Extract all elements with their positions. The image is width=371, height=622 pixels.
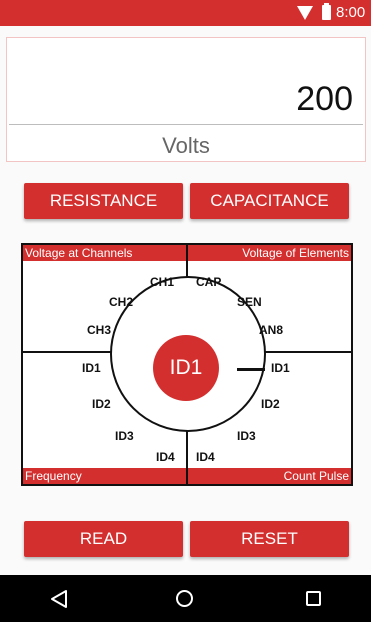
dial-option-an8[interactable]: AN8 — [259, 323, 283, 337]
dial-option-left-id4[interactable]: ID4 — [156, 450, 175, 464]
dial-option-right-id2[interactable]: ID2 — [261, 397, 280, 411]
dial-option-left-id2[interactable]: ID2 — [92, 397, 111, 411]
reading-display: 200 Volts — [6, 37, 366, 162]
selector-knob[interactable]: ID1 — [153, 335, 219, 401]
dial-option-right-id3[interactable]: ID3 — [237, 429, 256, 443]
wifi-icon — [297, 6, 313, 20]
dial-option-cap[interactable]: CAP — [196, 275, 221, 289]
dial-option-ch2[interactable]: CH2 — [109, 295, 133, 309]
voltage-of-elements-header: Voltage of Elements — [188, 245, 351, 261]
dial-option-ch3[interactable]: CH3 — [87, 323, 111, 337]
status-bar: 8:00 — [0, 0, 371, 26]
navigation-bar — [0, 575, 371, 622]
voltage-at-channels-header: Voltage at Channels — [23, 245, 186, 261]
reset-button[interactable]: RESET — [190, 521, 349, 557]
dial-option-left-id3[interactable]: ID3 — [115, 429, 134, 443]
dial-option-sen[interactable]: SEN — [237, 295, 262, 309]
home-icon[interactable] — [176, 590, 193, 607]
dial-option-left-id1[interactable]: ID1 — [82, 361, 101, 375]
display-divider — [9, 124, 363, 125]
dial-option-right-id4[interactable]: ID4 — [196, 450, 215, 464]
reading-unit: Volts — [162, 133, 210, 158]
dial-option-ch1[interactable]: CH1 — [150, 275, 174, 289]
reading-value: 200 — [296, 80, 353, 118]
capacitance-button[interactable]: CAPACITANCE — [190, 183, 349, 219]
dial-option-right-id1[interactable]: ID1 — [271, 361, 290, 375]
status-time: 8:00 — [336, 4, 366, 21]
frequency-header: Frequency — [23, 468, 186, 484]
recents-icon[interactable] — [306, 591, 321, 606]
resistance-button[interactable]: RESISTANCE — [24, 183, 183, 219]
count-pulse-header: Count Pulse — [188, 468, 351, 484]
selector-panel: Voltage at Channels Voltage of Elements … — [21, 243, 353, 486]
dial-pointer — [237, 368, 265, 371]
back-icon[interactable] — [50, 589, 68, 609]
battery-icon — [322, 3, 331, 20]
read-button[interactable]: READ — [24, 521, 183, 557]
